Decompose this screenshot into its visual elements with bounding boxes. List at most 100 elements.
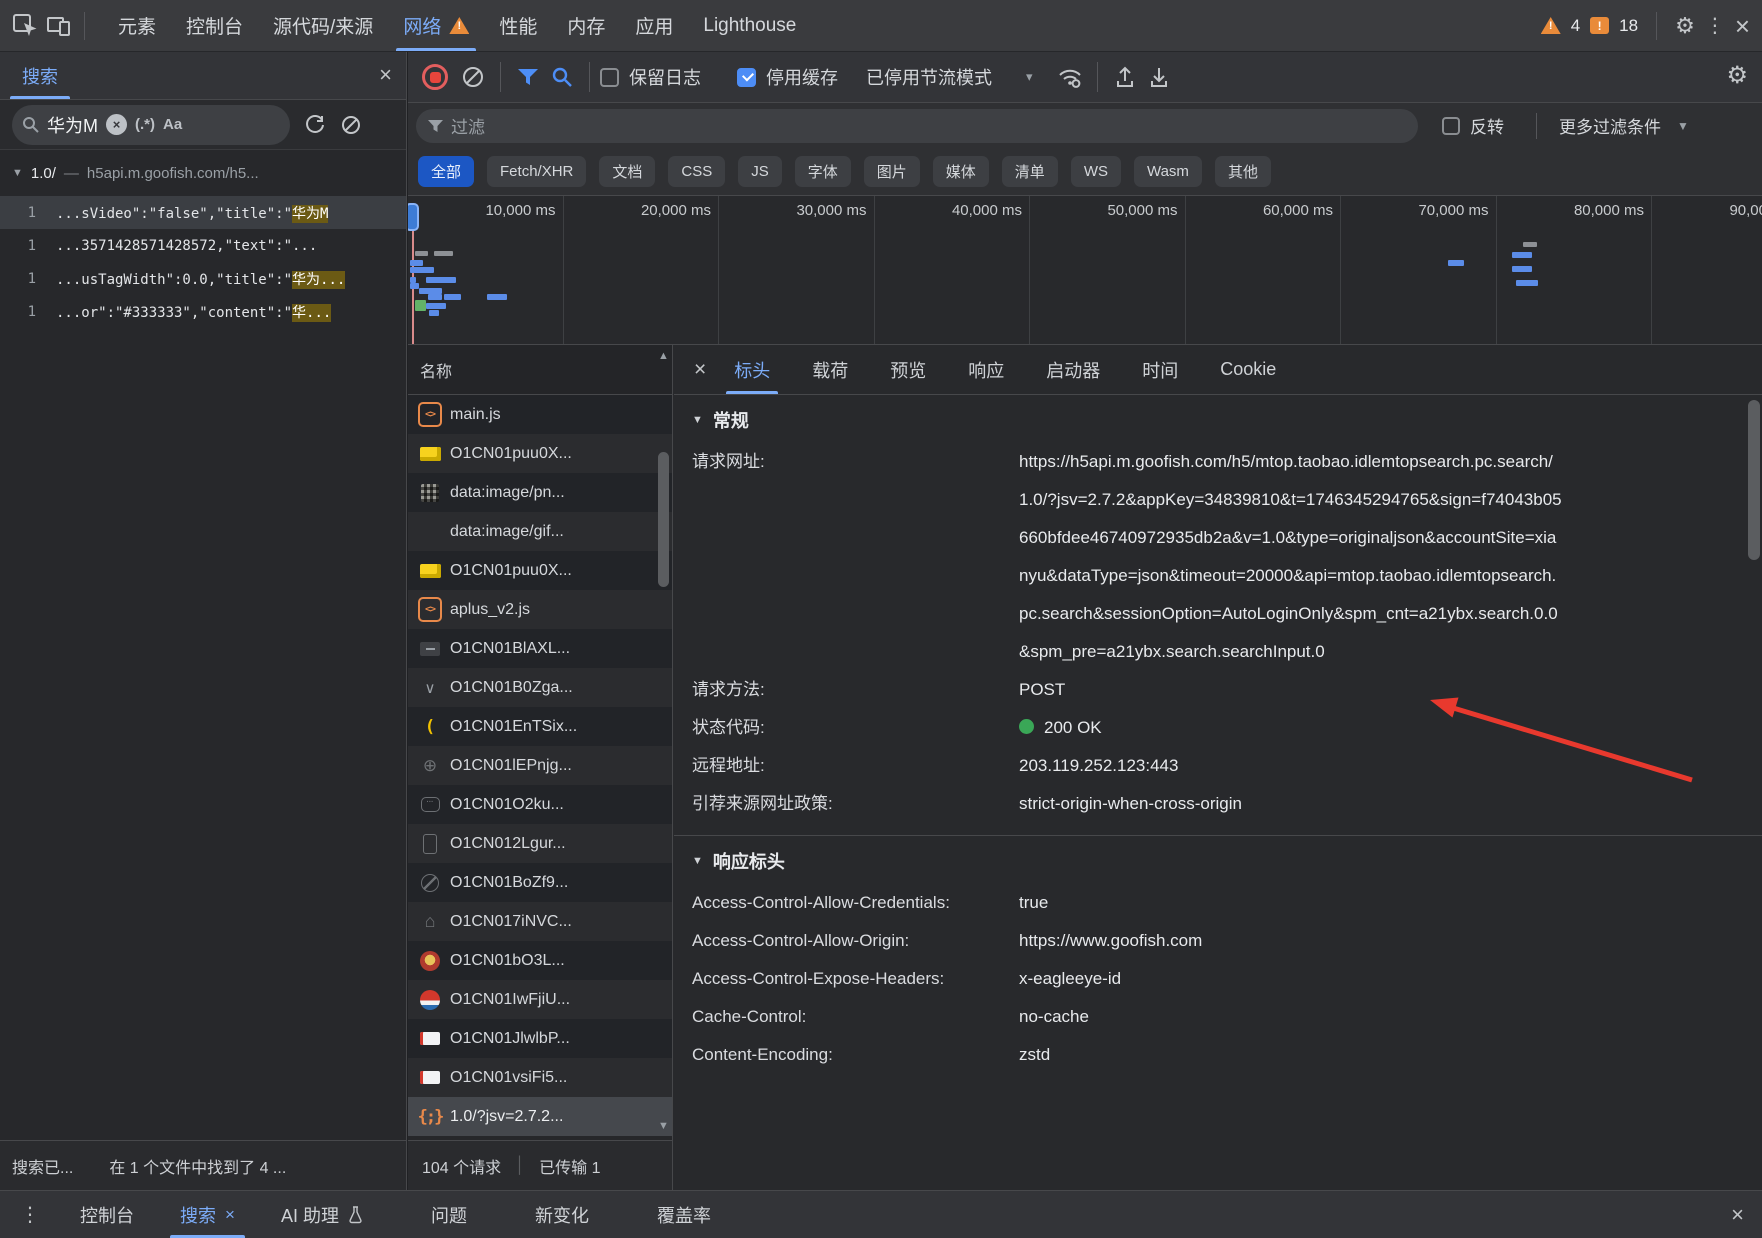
search-result-row[interactable]: 1...sVideo":"false","title":"华为M [0, 196, 406, 229]
case-sensitive-toggle[interactable]: Aa [163, 116, 182, 133]
filter-chip-字体[interactable]: 字体 [795, 156, 851, 187]
search-panel-tab[interactable]: 搜索 [18, 52, 62, 99]
details-tab-时间[interactable]: 时间 [1128, 345, 1192, 394]
details-tab-载荷[interactable]: 载荷 [798, 345, 862, 394]
top-tab-源代码/来源[interactable]: 源代码/来源 [258, 0, 388, 51]
drawer-tab-控制台[interactable]: 控制台 [74, 1191, 140, 1238]
close-drawer-icon[interactable]: × [1731, 1202, 1744, 1228]
settings-gear-icon[interactable]: ⚙ [1675, 15, 1695, 37]
request-row[interactable]: main.js [408, 395, 672, 434]
filter-chip-Wasm[interactable]: Wasm [1134, 156, 1202, 187]
top-tab-网络[interactable]: 网络! [388, 0, 484, 51]
drawer-tab-搜索[interactable]: 搜索× [174, 1191, 241, 1238]
search-result-row[interactable]: 1...3571428571428572,"text":"... [0, 229, 406, 262]
network-settings-gear-icon[interactable]: ⚙ [1726, 64, 1748, 88]
filter-chip-图片[interactable]: 图片 [864, 156, 920, 187]
clear-search-icon[interactable]: × [106, 114, 127, 135]
details-scrollbar-thumb[interactable] [1748, 400, 1760, 560]
drawer-tab-AI 助理[interactable]: AI 助理 [275, 1191, 369, 1238]
details-tab-Cookie[interactable]: Cookie [1206, 345, 1290, 394]
request-row[interactable]: O1CN01vsiFi5... [408, 1058, 672, 1097]
request-row[interactable]: O1CN01BoZf9... [408, 863, 672, 902]
top-tab-控制台[interactable]: 控制台 [171, 0, 258, 51]
search-result-group-header[interactable]: ▼ 1.0/ — h5api.m.goofish.com/h5... [0, 150, 406, 196]
throttling-dropdown-icon[interactable]: ▾ [1026, 69, 1033, 85]
filter-chip-文档[interactable]: 文档 [599, 156, 655, 187]
request-row[interactable]: O1CN01bO3L... [408, 941, 672, 980]
request-list-header[interactable]: 名称 [408, 345, 672, 395]
details-tab-预览[interactable]: 预览 [876, 345, 940, 394]
more-menu-icon[interactable]: ⋮ [1705, 16, 1725, 36]
network-search-icon[interactable] [547, 62, 577, 92]
more-filters-dropdown-icon[interactable]: ▼ [1677, 119, 1689, 133]
request-row[interactable]: O1CN017iNVC... [408, 902, 672, 941]
filter-chip-清单[interactable]: 清单 [1002, 156, 1058, 187]
filter-chip-JS[interactable]: JS [738, 156, 782, 187]
disable-cache-checkbox[interactable] [737, 68, 756, 87]
filter-chip-媒体[interactable]: 媒体 [933, 156, 989, 187]
request-row[interactable]: data:image/gif... [408, 512, 672, 551]
request-row[interactable]: O1CN01IwFjiU... [408, 980, 672, 1019]
filter-chip-全部[interactable]: 全部 [418, 156, 474, 187]
filter-icon[interactable] [513, 62, 543, 92]
request-row[interactable]: O1CN01O2ku... [408, 785, 672, 824]
more-filters-button[interactable]: 更多过滤条件 [1559, 113, 1661, 138]
details-tab-响应[interactable]: 响应 [954, 345, 1018, 394]
drawer-tab-覆盖率[interactable]: 覆盖率 [651, 1191, 717, 1238]
filter-input[interactable]: 过滤 [416, 109, 1418, 143]
drawer-menu-icon[interactable]: ⋮ [20, 1202, 40, 1227]
preserve-log-checkbox[interactable] [600, 68, 619, 87]
filter-chip-CSS[interactable]: CSS [668, 156, 725, 187]
close-devtools-icon[interactable]: × [1735, 13, 1750, 39]
request-row[interactable]: aplus_v2.js [408, 590, 672, 629]
clear-network-log-icon[interactable] [458, 62, 488, 92]
request-list-scrollbar[interactable]: ▲ ▼ [655, 345, 672, 1140]
request-row[interactable]: O1CN01puu0X... [408, 551, 672, 590]
request-row[interactable]: O1CN01B0Zga... [408, 668, 672, 707]
scroll-up-icon[interactable]: ▲ [657, 350, 670, 362]
scrollbar-thumb[interactable] [658, 452, 669, 587]
details-tab-标头[interactable]: 标头 [720, 345, 784, 394]
export-har-icon[interactable] [1144, 62, 1174, 92]
inspect-element-icon[interactable] [8, 9, 42, 43]
clear-results-icon[interactable] [340, 114, 362, 136]
request-row[interactable]: O1CN01lEPnjg... [408, 746, 672, 785]
request-row[interactable]: O1CN012Lgur... [408, 824, 672, 863]
search-result-row[interactable]: 1...or":"#333333","content":"华... [0, 295, 406, 328]
close-drawer-tab-icon[interactable]: × [225, 1205, 235, 1225]
filter-chip-其他[interactable]: 其他 [1215, 156, 1271, 187]
record-network-log-button[interactable] [422, 64, 448, 90]
search-result-row[interactable]: 1...usTagWidth":0.0,"title":"华为... [0, 262, 406, 295]
device-toolbar-icon[interactable] [42, 9, 76, 43]
top-tab-性能[interactable]: 性能 [484, 0, 552, 51]
top-tab-Lighthouse[interactable]: Lighthouse [688, 0, 811, 51]
throttling-select[interactable]: 已停用节流模式 [866, 64, 992, 90]
refresh-search-icon[interactable] [304, 114, 326, 136]
top-tab-内存[interactable]: 内存 [552, 0, 620, 51]
network-conditions-icon[interactable] [1055, 62, 1085, 92]
scroll-down-icon[interactable]: ▼ [657, 1120, 670, 1132]
response-headers-section-header[interactable]: ▼ 响应标头 [674, 836, 1762, 884]
general-section-header[interactable]: ▼ 常规 [674, 395, 1762, 443]
invert-filter-checkbox[interactable] [1442, 117, 1460, 135]
request-row[interactable]: O1CN01JlwlbP... [408, 1019, 672, 1058]
request-row[interactable]: data:image/pn... [408, 473, 672, 512]
details-tab-启动器[interactable]: 启动器 [1032, 345, 1114, 394]
top-tab-应用[interactable]: 应用 [620, 0, 688, 51]
warnings-icon[interactable]: ! [1541, 17, 1561, 34]
regex-toggle[interactable]: (.*) [135, 116, 155, 133]
network-overview-timeline[interactable]: 10,000 ms20,000 ms30,000 ms40,000 ms50,0… [408, 196, 1762, 345]
request-row[interactable]: O1CN01BlAXL... [408, 629, 672, 668]
filter-chip-Fetch/XHR[interactable]: Fetch/XHR [487, 156, 586, 187]
timeline-range-handle[interactable] [408, 203, 419, 231]
import-har-icon[interactable] [1110, 62, 1140, 92]
close-details-icon[interactable]: × [694, 358, 706, 382]
search-input[interactable]: 华为M × (.*) Aa [12, 105, 290, 145]
filter-chip-WS[interactable]: WS [1071, 156, 1121, 187]
request-row[interactable]: O1CN01EnTSix... [408, 707, 672, 746]
request-row[interactable]: 1.0/?jsv=2.7.2... [408, 1097, 672, 1136]
search-query-text[interactable]: 华为M [47, 112, 98, 138]
drawer-tab-新变化[interactable]: 新变化 [529, 1191, 595, 1238]
top-tab-元素[interactable]: 元素 [103, 0, 171, 51]
drawer-tab-问题[interactable]: 问题 [425, 1191, 473, 1238]
